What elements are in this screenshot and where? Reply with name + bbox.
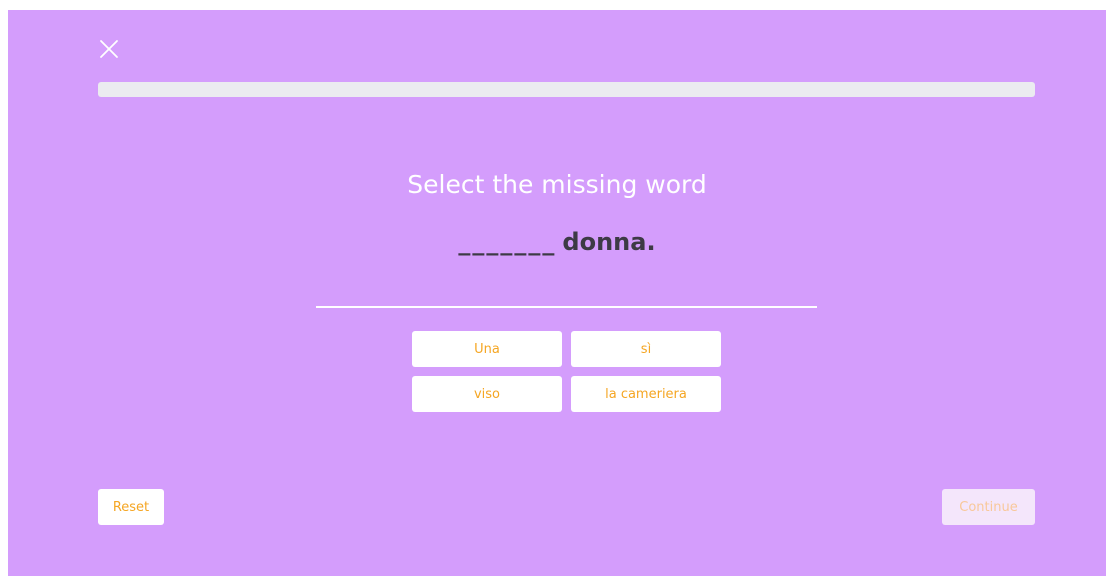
continue-button[interactable]: Continue <box>942 489 1035 525</box>
exercise-prompt: Select the missing word <box>407 170 707 199</box>
lesson-screen: Select the missing word _______ donna. Un… <box>8 10 1106 576</box>
choice-button[interactable]: viso <box>412 376 562 412</box>
choice-grid: Una sì viso la cameriera <box>412 331 722 412</box>
reset-button[interactable]: Reset <box>98 489 164 525</box>
choice-button[interactable]: sì <box>571 331 721 367</box>
choice-button[interactable]: la cameriera <box>571 376 721 412</box>
progress-bar <box>98 82 1035 97</box>
close-icon[interactable] <box>98 38 120 60</box>
sentence-after-blank: donna. <box>562 228 656 256</box>
exercise-sentence: _______ donna. <box>8 228 1106 256</box>
choice-button[interactable]: Una <box>412 331 562 367</box>
answer-divider <box>316 306 817 308</box>
missing-word-blank: _______ <box>458 228 557 256</box>
